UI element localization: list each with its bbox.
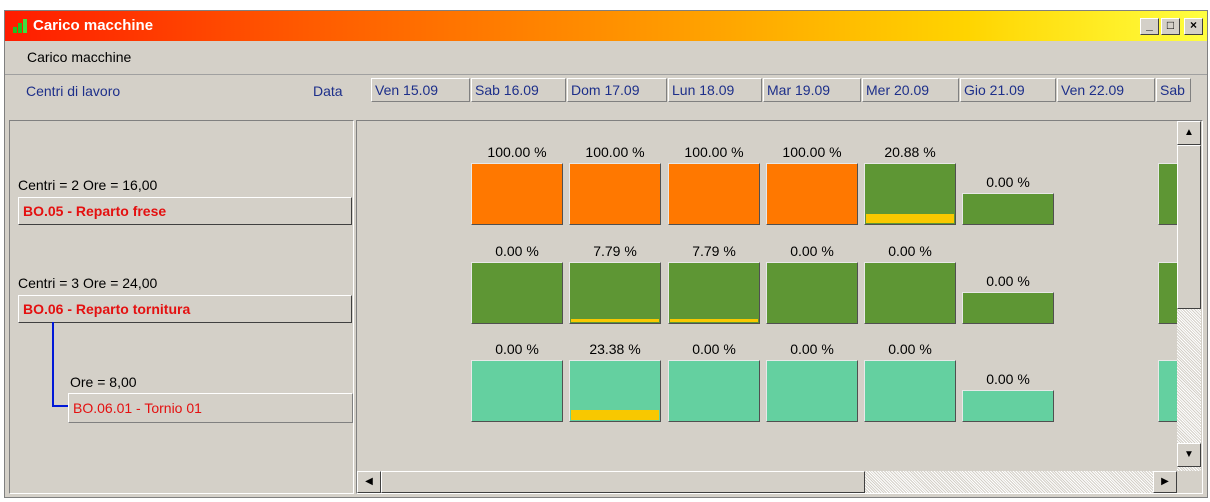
load-percent-label: 100.00 % xyxy=(487,144,547,160)
load-bar[interactable] xyxy=(766,262,858,324)
close-button[interactable]: × xyxy=(1184,18,1203,35)
scroll-thumb[interactable] xyxy=(381,471,865,493)
department-info: Centri = 3 Ore = 24,00 xyxy=(18,275,158,291)
department-bo06-button[interactable]: BO.06 - Reparto tornitura xyxy=(18,295,352,323)
minimize-button[interactable]: _ xyxy=(1140,18,1159,35)
load-bar[interactable] xyxy=(569,360,661,422)
scroll-left-button[interactable]: ◀ xyxy=(357,471,381,493)
load-percent-label: 100.00 % xyxy=(782,144,842,160)
load-percent-label: 0.00 % xyxy=(888,341,932,357)
machine-info: Ore = 8,00 xyxy=(70,374,137,390)
load-bar[interactable] xyxy=(1158,262,1177,324)
date-column-header[interactable]: Sab 16.09 xyxy=(471,78,566,102)
load-percent-label: 0.00 % xyxy=(790,341,834,357)
load-percent-label: 0.00 % xyxy=(986,371,1030,387)
load-percent-label: 100.00 % xyxy=(585,144,645,160)
date-column-header[interactable]: Ven 22.09 xyxy=(1057,78,1155,102)
load-percent-label: 0.00 % xyxy=(986,273,1030,289)
department-bo05-button[interactable]: BO.05 - Reparto frese xyxy=(18,197,352,225)
scroll-right-button[interactable]: ▶ xyxy=(1153,471,1177,493)
load-bar[interactable] xyxy=(962,390,1054,422)
scroll-down-button[interactable]: ▼ xyxy=(1177,443,1201,467)
load-percent-label: 7.79 % xyxy=(692,243,736,259)
load-percent-label: 23.38 % xyxy=(589,341,641,357)
load-bar[interactable] xyxy=(962,292,1054,324)
app-icon xyxy=(13,19,35,33)
menu-bar: Carico macchine xyxy=(5,41,1207,75)
load-percent-label: 0.00 % xyxy=(692,341,736,357)
machine-bo0601-button[interactable]: BO.06.01 - Tornio 01 xyxy=(68,393,353,423)
load-bar[interactable] xyxy=(471,262,563,324)
load-bar[interactable] xyxy=(864,360,956,422)
load-bar[interactable] xyxy=(766,360,858,422)
department-info: Centri = 2 Ore = 16,00 xyxy=(18,177,158,193)
date-column-header[interactable]: Sab xyxy=(1156,78,1191,102)
load-fill-bar xyxy=(670,319,758,322)
load-percent-label: 7.79 % xyxy=(593,243,637,259)
load-bar[interactable] xyxy=(471,163,563,225)
horizontal-scrollbar[interactable]: ◀ ▶ xyxy=(357,471,1177,493)
load-fill-bar xyxy=(866,214,954,223)
load-percent-label: 0.00 % xyxy=(888,243,932,259)
load-percent-label: 20.88 % xyxy=(884,144,936,160)
load-bar[interactable] xyxy=(569,163,661,225)
load-percent-label: 0.00 % xyxy=(790,243,834,259)
load-percent-label: 100.00 % xyxy=(684,144,744,160)
date-column-header[interactable]: Lun 18.09 xyxy=(668,78,762,102)
load-fill-bar xyxy=(571,410,659,420)
menu-item-carico-macchine[interactable]: Carico macchine xyxy=(27,49,131,65)
load-bar[interactable] xyxy=(471,360,563,422)
load-bar[interactable] xyxy=(1158,163,1177,225)
window-title: Carico macchine xyxy=(33,17,154,34)
scroll-thumb[interactable] xyxy=(1177,145,1201,309)
load-bar[interactable] xyxy=(569,262,661,324)
vertical-scrollbar[interactable]: ▲ ▼ xyxy=(1177,121,1202,471)
tree-connector xyxy=(52,405,68,407)
load-bar[interactable] xyxy=(864,262,956,324)
tree-connector xyxy=(52,322,54,407)
scroll-up-button[interactable]: ▲ xyxy=(1177,121,1201,145)
load-bar[interactable] xyxy=(962,193,1054,225)
date-column-header[interactable]: Dom 17.09 xyxy=(567,78,667,102)
maximize-button[interactable]: □ xyxy=(1161,18,1180,35)
date-column-header[interactable]: Mer 20.09 xyxy=(862,78,959,102)
load-fill-bar xyxy=(571,319,659,322)
load-percent-label: 0.00 % xyxy=(986,174,1030,190)
load-percent-label: 0.00 % xyxy=(495,243,539,259)
load-percent-label: 0.00 % xyxy=(495,341,539,357)
date-header-label: Data xyxy=(313,83,343,99)
load-bar[interactable] xyxy=(766,163,858,225)
work-centers-header: Centri di lavoro xyxy=(26,83,121,99)
load-bar[interactable] xyxy=(668,163,760,225)
load-bar[interactable] xyxy=(864,163,956,225)
date-column-header[interactable]: Ven 15.09 xyxy=(371,78,470,102)
load-bar[interactable] xyxy=(668,262,760,324)
date-column-header[interactable]: Mar 19.09 xyxy=(763,78,861,102)
title-bar[interactable]: Carico macchine _ □ × xyxy=(5,11,1207,41)
date-column-header[interactable]: Gio 21.09 xyxy=(960,78,1056,102)
load-bar[interactable] xyxy=(1158,360,1177,422)
load-bar[interactable] xyxy=(668,360,760,422)
